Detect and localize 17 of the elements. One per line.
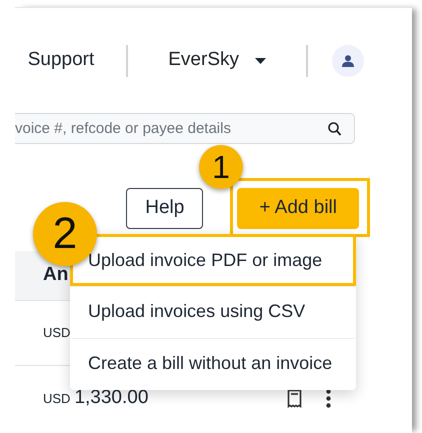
help-button[interactable]: Help: [126, 188, 204, 228]
step-callout: 1: [199, 145, 243, 189]
avatar-button[interactable]: [332, 44, 364, 76]
search-field[interactable]: voice #, refcode or payee details: [15, 113, 355, 144]
caret-icon: [255, 58, 266, 64]
add-bill-button[interactable]: + Add bill: [237, 188, 359, 228]
menu-item[interactable]: Upload invoices using CSV: [70, 286, 356, 338]
org-switcher[interactable]: EverSky: [168, 46, 266, 75]
menu-item[interactable]: Create a bill without an invoice: [70, 338, 356, 390]
currency-code: USD: [43, 324, 70, 342]
search-icon[interactable]: [328, 122, 341, 136]
receipt-icon[interactable]: [287, 389, 302, 408]
column-header: An: [43, 263, 68, 288]
nav-link[interactable]: Support: [28, 46, 94, 75]
user-icon: [342, 54, 354, 66]
more-icon[interactable]: [326, 389, 331, 408]
currency-code: USD: [43, 390, 70, 408]
